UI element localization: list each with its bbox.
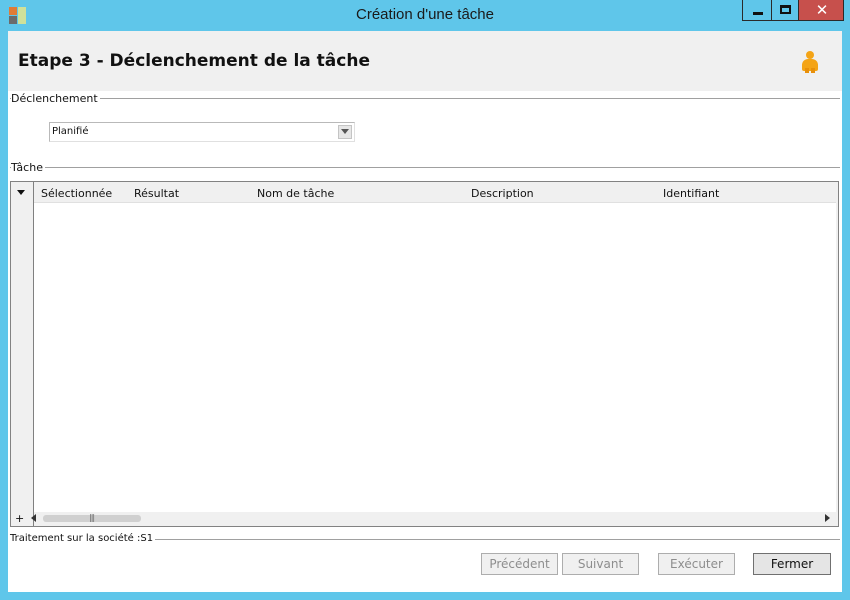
- app-window: Création d'une tâche ✕ Etape 3 - Déclenc…: [0, 0, 850, 600]
- title-bar[interactable]: Création d'une tâche ✕: [0, 0, 850, 30]
- grid-right-edge: [836, 182, 838, 526]
- menu-arrow-icon[interactable]: [17, 190, 25, 195]
- column-selected[interactable]: Sélectionnée: [41, 187, 112, 200]
- grid-row-header: [11, 182, 34, 526]
- column-task-name[interactable]: Nom de tâche: [257, 187, 334, 200]
- trigger-select[interactable]: Planifié: [49, 122, 355, 142]
- grid-column-header: Sélectionnée Résultat Nom de tâche Descr…: [34, 182, 836, 203]
- step-title: Etape 3 - Déclenchement de la tâche: [18, 51, 370, 71]
- column-identifier[interactable]: Identifiant: [663, 187, 719, 200]
- maximize-button[interactable]: [771, 0, 799, 21]
- task-group-label: Tâche: [11, 161, 45, 174]
- add-row-icon[interactable]: +: [15, 512, 24, 525]
- column-result[interactable]: Résultat: [134, 187, 179, 200]
- company-status-label: Traitement sur la société :S1: [10, 533, 156, 544]
- next-button[interactable]: Suivant: [562, 553, 639, 575]
- scroll-right-icon[interactable]: [825, 514, 830, 522]
- grip-icon: |||: [89, 513, 95, 522]
- user-icon: [801, 51, 819, 73]
- column-description[interactable]: Description: [471, 187, 534, 200]
- wizard-header: Etape 3 - Déclenchement de la tâche: [8, 31, 842, 91]
- task-grid[interactable]: Sélectionnée Résultat Nom de tâche Descr…: [10, 181, 839, 527]
- footer-divider: [153, 539, 840, 540]
- close-icon: ✕: [815, 1, 829, 19]
- execute-button[interactable]: Exécuter: [658, 553, 735, 575]
- dialog-client: Etape 3 - Déclenchement de la tâche Décl…: [8, 31, 842, 592]
- minimize-icon: [753, 12, 763, 15]
- trigger-group-label: Déclenchement: [11, 92, 100, 105]
- wizard-content: Déclenchement Planifié Tâche Sélectionné…: [8, 91, 842, 592]
- trigger-group-divider: [10, 98, 840, 99]
- scroll-left-icon[interactable]: [31, 514, 36, 522]
- chevron-down-icon[interactable]: [338, 125, 352, 139]
- window-title: Création d'une tâche: [356, 6, 494, 23]
- minimize-button[interactable]: [742, 0, 772, 21]
- horizontal-scrollbar[interactable]: [34, 512, 836, 526]
- task-group-divider: [10, 167, 840, 168]
- close-button[interactable]: Fermer: [753, 553, 831, 575]
- previous-button[interactable]: Précédent: [481, 553, 558, 575]
- close-window-button[interactable]: ✕: [798, 0, 844, 21]
- trigger-select-value: Planifié: [52, 126, 89, 137]
- maximize-icon: [780, 5, 791, 14]
